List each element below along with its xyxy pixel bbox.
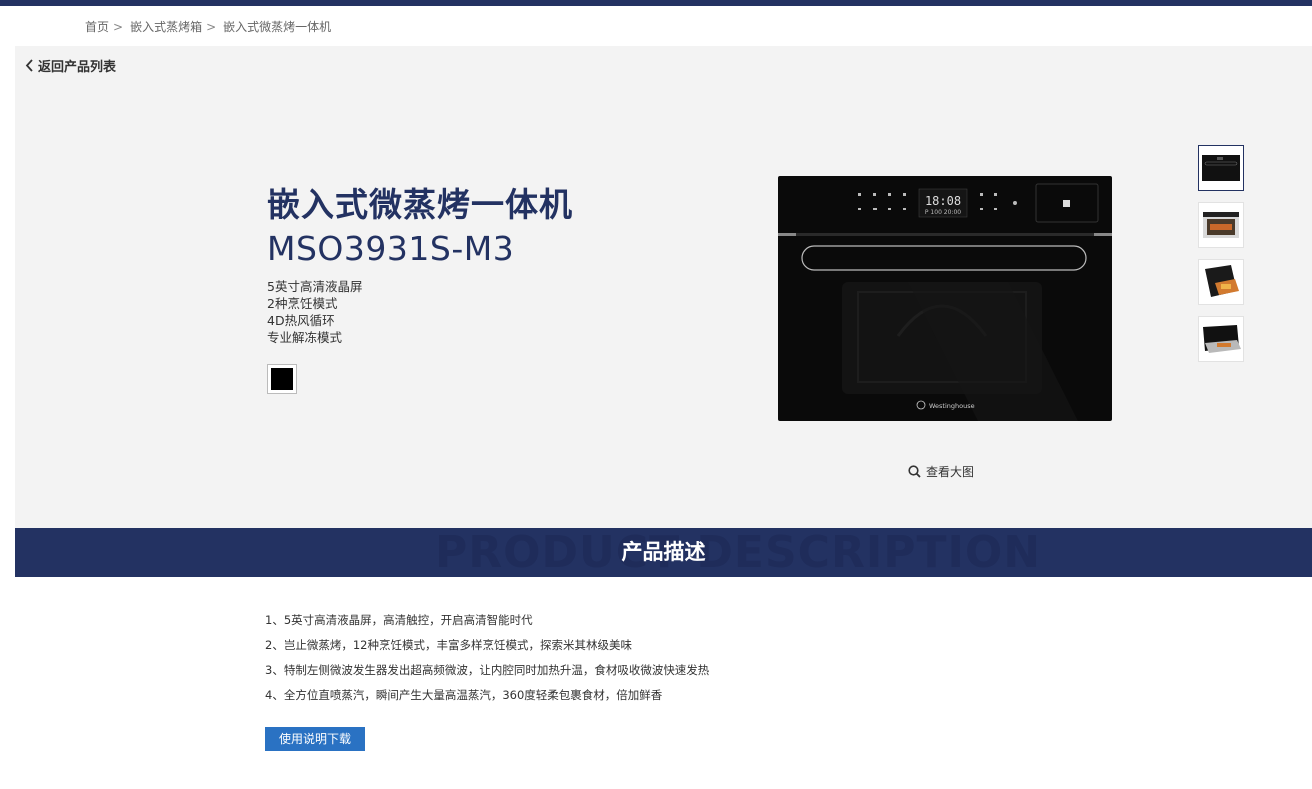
- breadcrumb-separator: >: [113, 20, 124, 34]
- description-list: 1、5英寸高清液晶屏，高清触控，开启高清智能时代 2、岂止微蒸烤，12种烹饪模式…: [265, 612, 709, 712]
- breadcrumb-current[interactable]: 嵌入式微蒸烤一体机: [223, 18, 331, 35]
- feature-item: 2种烹饪模式: [267, 296, 338, 311]
- zoom-label: 查看大图: [926, 465, 975, 479]
- breadcrumb-home[interactable]: 首页: [85, 18, 109, 35]
- description-heading: 产品描述: [621, 540, 706, 564]
- back-to-list-link[interactable]: 返回产品列表: [25, 56, 116, 75]
- description-item: 1、5英寸高清液晶屏，高清触控，开启高清智能时代: [265, 613, 533, 627]
- description-item: 2、岂止微蒸烤，12种烹饪模式，丰富多样烹饪模式，探索米其林级美味: [265, 638, 632, 652]
- feature-list: 5英寸高清液晶屏 2种烹饪模式 4D热风循环 专业解冻模式: [267, 278, 362, 346]
- oven-front-thumb-icon: [1202, 155, 1240, 181]
- feature-item: 4D热风循环: [267, 313, 335, 328]
- feature-item: 5英寸高清液晶屏: [267, 279, 363, 294]
- swatch-fill: [271, 368, 293, 390]
- color-swatch-black[interactable]: [267, 364, 297, 394]
- thumbnail-1[interactable]: [1198, 145, 1244, 191]
- chevron-left-icon: [25, 59, 33, 72]
- thumbnail-3[interactable]: [1198, 259, 1244, 305]
- manual-download-button[interactable]: 使用说明下载: [265, 727, 365, 751]
- breadcrumb: 首页 > 嵌入式蒸烤箱 > 嵌入式微蒸烤一体机: [85, 18, 331, 35]
- oven-display-time: 18:08: [925, 194, 961, 208]
- product-model: MSO3931S-M3: [267, 229, 515, 268]
- description-item: 3、特制左侧微波发生器发出超高频微波，让内腔同时加热升温，食材吸收微波快速发热: [265, 663, 710, 677]
- back-link-label: 返回产品列表: [38, 60, 117, 75]
- brand-logo-text: Westinghouse: [929, 402, 975, 410]
- product-description-header: PRODUCT DESCRIPTION 产品描述: [15, 528, 1312, 577]
- feature-item: 专业解冻模式: [267, 330, 343, 345]
- thumbnail-4[interactable]: [1198, 316, 1244, 362]
- product-title: 嵌入式微蒸烤一体机: [267, 185, 573, 224]
- oven-display-sub: P 100 20:00: [925, 209, 961, 216]
- description-item: 4、全方位直喷蒸汽，瞬间产生大量高温蒸汽，360度轻柔包裹食材，倍加鲜香: [265, 688, 663, 702]
- oven-drawer-thumb-icon: [1203, 325, 1241, 353]
- product-main-image[interactable]: 18:08 P 100 20:00 Westinghouse: [778, 176, 1112, 421]
- oven-angle-thumb-icon: [1205, 265, 1239, 297]
- search-icon: [908, 465, 921, 478]
- thumbnail-2[interactable]: [1198, 202, 1244, 248]
- top-accent-bar: [0, 0, 1312, 6]
- breadcrumb-separator: >: [206, 20, 217, 34]
- view-large-image-link[interactable]: 查看大图: [908, 463, 974, 480]
- thumbnail-strip: [1198, 145, 1244, 373]
- breadcrumb-category[interactable]: 嵌入式蒸烤箱: [130, 18, 202, 35]
- oven-open-thumb-icon: [1203, 212, 1239, 238]
- product-hero: [15, 46, 1312, 528]
